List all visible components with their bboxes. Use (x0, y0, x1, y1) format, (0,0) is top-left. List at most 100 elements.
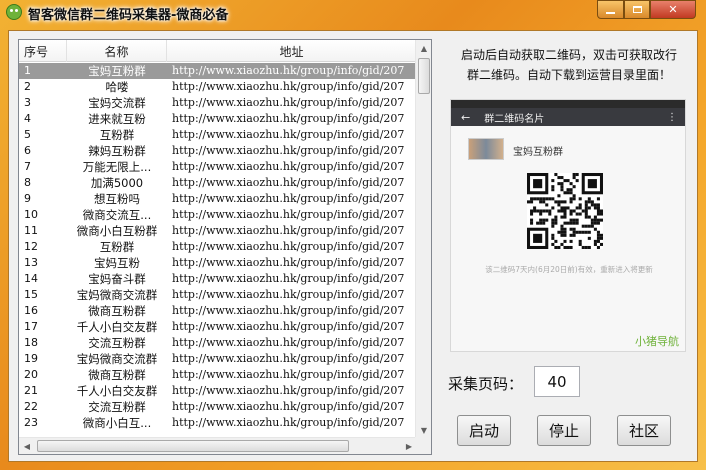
table-row[interactable]: 8 加满5000 http://www.xiaozhu.hk/group/info/… (19, 175, 417, 191)
cell-addr: http://www.xiaozhu.hk/group/info/gid/207 (172, 256, 405, 269)
vertical-scrollbar[interactable]: ▲ ▼ (415, 40, 431, 438)
table-row[interactable]: 13 宝妈互粉 http://www.xiaozhu.hk/group/info/g… (19, 255, 417, 271)
table-row[interactable]: 9 想互粉吗 http://www.xiaozhu.hk/group/info/gi… (19, 191, 417, 207)
cell-name: 进来就互粉 (88, 112, 146, 126)
cell-name: 微商小白互粉群 (76, 224, 158, 238)
cell-addr: http://www.xiaozhu.hk/group/info/gid/207 (172, 272, 405, 285)
scrollbar-corner (415, 437, 431, 454)
title-bar: 智客微信群二维码采集器-微商必备 ✕ (0, 0, 706, 24)
table-row[interactable]: 16 微商互粉群 http://www.xiaozhu.hk/group/info/… (19, 303, 417, 319)
table-row[interactable]: 10 微商交流互... http://www.xiaozhu.hk/group/in… (19, 207, 417, 223)
close-icon: ✕ (668, 3, 678, 16)
scroll-left-icon[interactable]: ◀ (19, 438, 35, 454)
cell-num: 18 (24, 336, 38, 349)
close-button[interactable]: ✕ (650, 0, 696, 19)
cell-addr: http://www.xiaozhu.hk/group/info/gid/207 (172, 320, 405, 333)
phone-nav-bar: ← 群二维码名片 ⋮ (451, 108, 685, 126)
cell-num: 23 (24, 416, 38, 429)
phone-status-bar (451, 100, 685, 108)
minimize-button[interactable] (597, 0, 624, 19)
community-button[interactable]: 社区 (617, 415, 671, 446)
maximize-icon (632, 6, 642, 13)
more-icon: ⋮ (667, 111, 677, 123)
table-row[interactable]: 14 宝妈奋斗群 http://www.xiaozhu.hk/group/info/… (19, 271, 417, 287)
cell-name: 想互粉吗 (94, 192, 140, 206)
cell-addr: http://www.xiaozhu.hk/group/info/gid/207 (172, 304, 405, 317)
cell-name: 互粉群 (99, 240, 135, 254)
cell-name: 辣妈互粉群 (88, 144, 146, 158)
cell-addr: http://www.xiaozhu.hk/group/info/gid/207 (172, 80, 405, 93)
table-row[interactable]: 12 互粉群 http://www.xiaozhu.hk/group/info/gi… (19, 239, 417, 255)
cell-num: 5 (24, 128, 31, 141)
table-row[interactable]: 7 万能无限上... http://www.xiaozhu.hk/group/inf… (19, 159, 417, 175)
table-row[interactable]: 15 宝妈微商交流群 http://www.xiaozhu.hk/group/inf… (19, 287, 417, 303)
cell-name: 哈喽 (105, 80, 129, 94)
cell-name: 交流互粉群 (88, 400, 146, 414)
cell-num: 22 (24, 400, 38, 413)
vertical-scroll-thumb[interactable] (418, 58, 430, 94)
horizontal-scroll-thumb[interactable] (37, 440, 349, 452)
instruction-text: 启动后自动获取二维码，双击可获取改行 群二维码。自动下载到运营目录里面！ (449, 45, 689, 85)
cell-name: 千人小白交友群 (76, 320, 158, 334)
table-row[interactable]: 18 交流互粉群 http://www.xiaozhu.hk/group/info/… (19, 335, 417, 351)
stop-button[interactable]: 停止 (537, 415, 591, 446)
cell-addr: http://www.xiaozhu.hk/group/info/gid/207 (172, 336, 405, 349)
cell-addr: http://www.xiaozhu.hk/group/info/gid/207 (172, 128, 405, 141)
table-row[interactable]: 5 互粉群 http://www.xiaozhu.hk/group/info/gid… (19, 127, 417, 143)
main-panel: 序号 名称 地址 1 宝妈互粉群 http://www.xiaozhu.hk/gro… (8, 30, 698, 462)
cell-num: 17 (24, 320, 38, 333)
qr-preview-image: ← 群二维码名片 ⋮ 宝妈互粉群 该二维码7天内(6月20日前)有效，重新进入将… (450, 99, 686, 352)
cell-addr: http://www.xiaozhu.hk/group/info/gid/207 (172, 208, 405, 221)
cell-addr: http://www.xiaozhu.hk/group/info/gid/207 (172, 176, 405, 189)
cell-name: 万能无限上... (82, 160, 152, 174)
cell-addr: http://www.xiaozhu.hk/group/info/gid/207 (172, 192, 405, 205)
column-header-number[interactable]: 序号 (19, 40, 67, 62)
cell-num: 11 (24, 224, 38, 237)
table-row[interactable]: 21 千人小白交友群 http://www.xiaozhu.hk/group/inf… (19, 383, 417, 399)
cell-num: 1 (24, 64, 31, 77)
list-header: 序号 名称 地址 (19, 40, 417, 62)
cell-addr: http://www.xiaozhu.hk/group/info/gid/207 (172, 64, 405, 77)
cell-num: 3 (24, 96, 31, 109)
back-arrow-icon: ← (461, 110, 471, 124)
group-list[interactable]: 序号 名称 地址 1 宝妈互粉群 http://www.xiaozhu.hk/gro… (18, 39, 432, 455)
cell-num: 6 (24, 144, 31, 157)
cell-name: 宝妈奋斗群 (88, 272, 146, 286)
scroll-up-icon[interactable]: ▲ (416, 40, 431, 56)
table-row[interactable]: 6 辣妈互粉群 http://www.xiaozhu.hk/group/info/g… (19, 143, 417, 159)
table-row[interactable]: 4 进来就互粉 http://www.xiaozhu.hk/group/info/g… (19, 111, 417, 127)
cell-addr: http://www.xiaozhu.hk/group/info/gid/207 (172, 224, 405, 237)
cell-addr: http://www.xiaozhu.hk/group/info/gid/207 (172, 368, 405, 381)
cell-num: 16 (24, 304, 38, 317)
table-row[interactable]: 17 千人小白交友群 http://www.xiaozhu.hk/group/inf… (19, 319, 417, 335)
cell-num: 9 (24, 192, 31, 205)
column-header-address[interactable]: 地址 (167, 40, 417, 62)
phone-bar-title: 群二维码名片 (484, 113, 545, 125)
table-row[interactable]: 19 宝妈微商交流群 http://www.xiaozhu.hk/group/inf… (19, 351, 417, 367)
cell-addr: http://www.xiaozhu.hk/group/info/gid/207 (172, 400, 405, 413)
page-number-input[interactable] (534, 366, 580, 397)
cell-addr: http://www.xiaozhu.hk/group/info/gid/207 (172, 352, 405, 365)
cell-name: 微商互粉群 (88, 304, 146, 318)
cell-name: 千人小白交友群 (76, 384, 158, 398)
cell-num: 13 (24, 256, 38, 269)
table-row[interactable]: 22 交流互粉群 http://www.xiaozhu.hk/group/info/… (19, 399, 417, 415)
horizontal-scrollbar[interactable]: ◀ ▶ (19, 437, 417, 454)
table-row[interactable]: 3 宝妈交流群 http://www.xiaozhu.hk/group/info/g… (19, 95, 417, 111)
cell-num: 20 (24, 368, 38, 381)
preview-group-name: 宝妈互粉群 (513, 147, 563, 158)
scroll-down-icon[interactable]: ▼ (416, 422, 431, 438)
cell-num: 14 (24, 272, 38, 285)
cell-addr: http://www.xiaozhu.hk/group/info/gid/207 (172, 112, 405, 125)
cell-name: 宝妈互粉群 (88, 64, 146, 78)
cell-num: 15 (24, 288, 38, 301)
maximize-button[interactable] (624, 0, 650, 19)
table-row[interactable]: 2 哈喽 http://www.xiaozhu.hk/group/info/gid/… (19, 79, 417, 95)
column-header-name[interactable]: 名称 (67, 40, 167, 62)
start-button[interactable]: 启动 (457, 415, 511, 446)
table-row[interactable]: 20 微商互粉群 http://www.xiaozhu.hk/group/info/… (19, 367, 417, 383)
table-row[interactable]: 11 微商小白互粉群 http://www.xiaozhu.hk/group/inf… (19, 223, 417, 239)
cell-addr: http://www.xiaozhu.hk/group/info/gid/207 (172, 288, 405, 301)
table-row[interactable]: 1 宝妈互粉群 http://www.xiaozhu.hk/group/info/g… (19, 63, 417, 79)
table-row[interactable]: 23 微商小白互... http://www.xiaozhu.hk/group/in… (19, 415, 417, 431)
